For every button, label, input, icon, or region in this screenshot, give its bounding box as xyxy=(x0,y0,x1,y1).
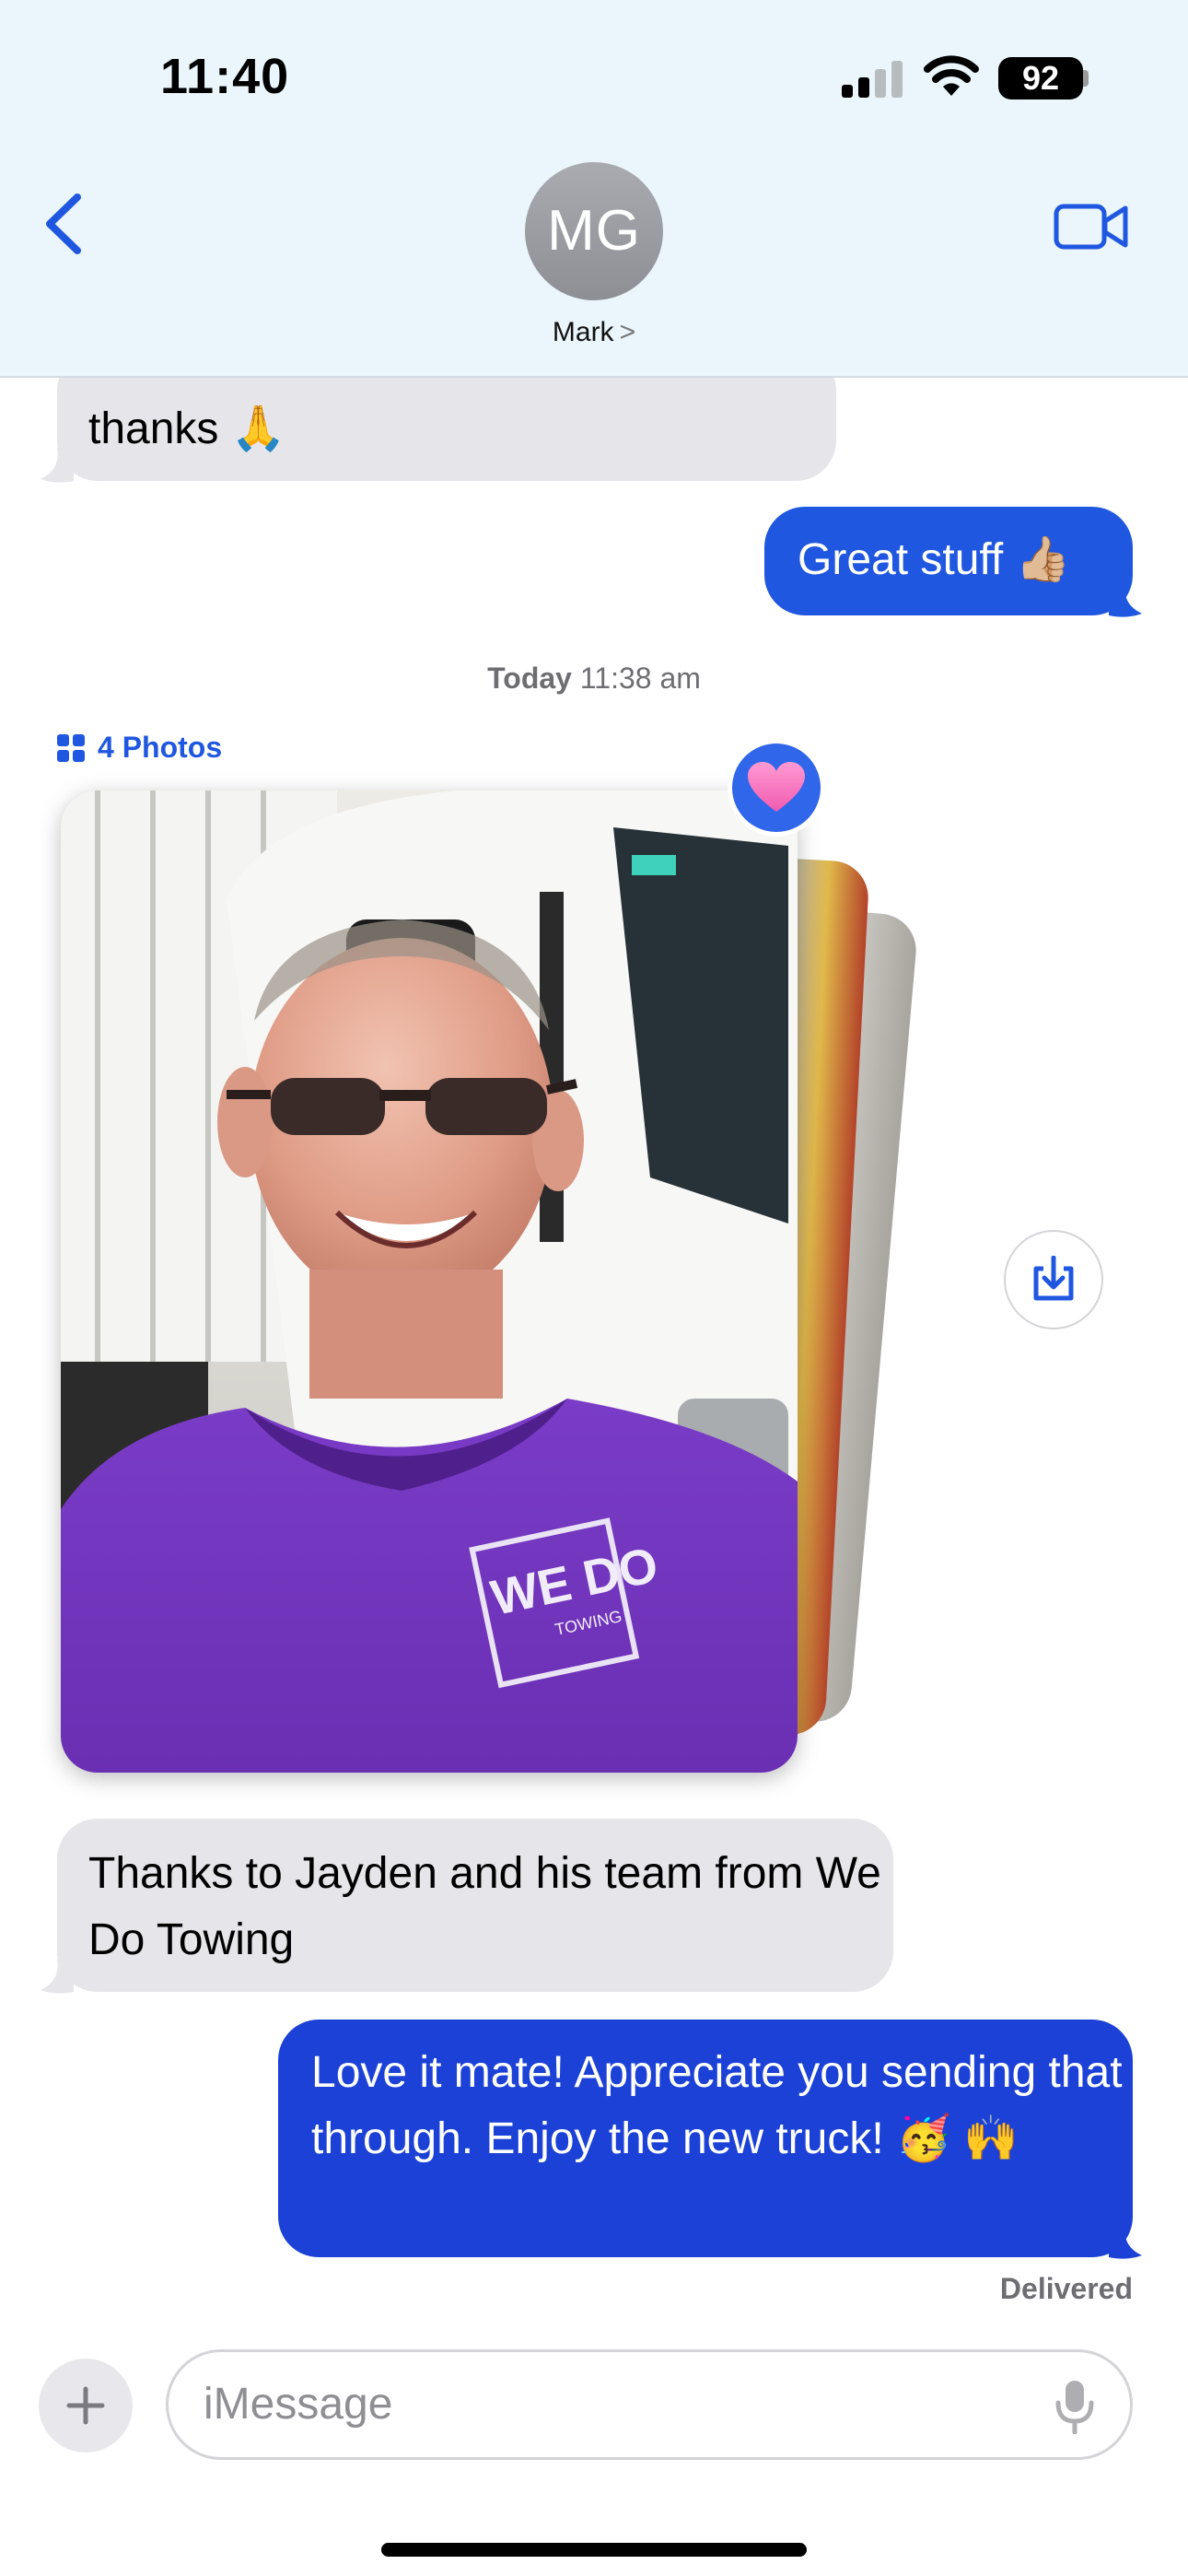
message-outgoing[interactable]: Love it mate! Appreciate you sending tha… xyxy=(278,2020,1133,2257)
message-outgoing[interactable]: Great stuff 👍🏼 xyxy=(764,507,1133,615)
timestamp: Today 11:38 am xyxy=(0,662,1188,696)
delivered-status: Delivered xyxy=(999,2272,1133,2305)
heart-icon xyxy=(748,762,805,812)
mic-icon[interactable] xyxy=(1052,2379,1098,2434)
heart-reaction-badge[interactable] xyxy=(728,739,825,837)
battery-icon: 92 xyxy=(998,57,1083,100)
conversation-header: 11:40 92 MG Mark > xyxy=(0,0,1188,378)
grid-icon xyxy=(57,733,85,762)
timestamp-time: 11:38 am xyxy=(579,662,701,695)
signal-icon xyxy=(842,61,906,98)
plus-icon xyxy=(66,2386,105,2425)
photo-message[interactable]: WE DO TOWING xyxy=(61,790,798,1773)
save-photo-button[interactable] xyxy=(1004,1230,1103,1329)
avatar[interactable]: MG xyxy=(525,162,663,300)
download-icon xyxy=(1033,1256,1074,1301)
video-camera-icon[interactable] xyxy=(1054,201,1129,252)
status-time: 11:40 xyxy=(160,49,290,104)
photos-count-label: 4 Photos xyxy=(98,731,223,764)
apps-plus-button[interactable] xyxy=(39,2359,133,2453)
selfie-photo: WE DO TOWING xyxy=(61,790,798,1773)
message-input[interactable]: iMessage xyxy=(166,2349,1133,2460)
back-chevron-icon[interactable] xyxy=(41,192,88,256)
chevron-right-icon: > xyxy=(619,317,636,347)
contact-name-button[interactable]: Mark > xyxy=(502,317,686,348)
home-indicator[interactable] xyxy=(381,2543,807,2557)
message-incoming[interactable]: Thanks to Jayden and his team from We Do… xyxy=(57,1819,893,1992)
contact-name: Mark xyxy=(552,317,614,347)
battery-cap xyxy=(1083,70,1089,87)
timestamp-day: Today xyxy=(487,662,572,695)
wifi-icon xyxy=(924,55,979,96)
photos-group-label[interactable]: 4 Photos xyxy=(57,731,222,765)
